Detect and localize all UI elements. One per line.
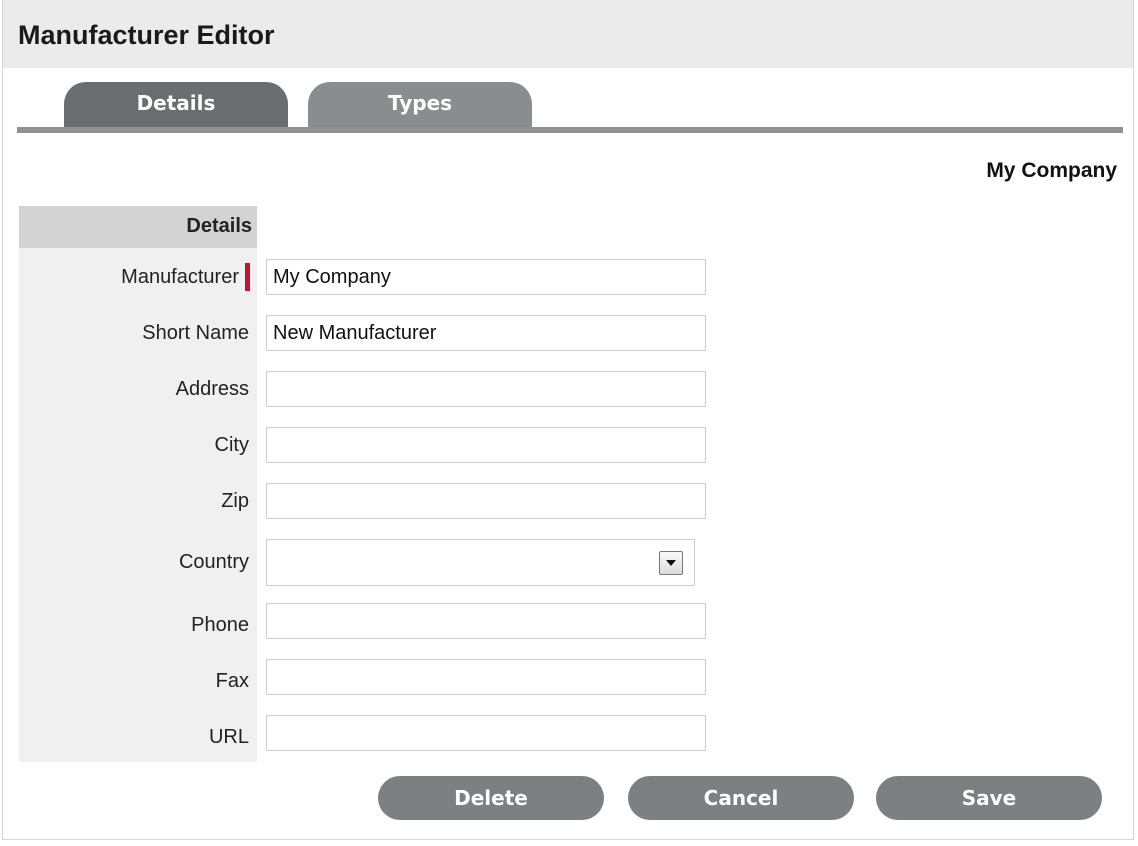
zip-input[interactable] — [266, 483, 706, 519]
city-label: City — [214, 434, 249, 456]
city-input[interactable] — [266, 427, 706, 463]
fax-label: Fax — [215, 670, 249, 692]
short-name-label: Short Name — [142, 322, 249, 344]
country-label: Country — [178, 551, 249, 573]
manufacturer-editor-window: Manufacturer Editor Details Types My Com… — [2, 0, 1134, 840]
fax-input[interactable] — [266, 659, 706, 695]
title-bar: Manufacturer Editor — [3, 0, 1133, 68]
short-name-input[interactable] — [266, 315, 706, 351]
address-input[interactable] — [266, 371, 706, 407]
section-title: Details — [186, 215, 252, 237]
required-indicator — [245, 263, 250, 291]
section-header: Details — [19, 206, 257, 248]
cancel-button[interactable]: Cancel — [628, 776, 854, 820]
url-label: URL — [208, 726, 249, 748]
delete-button[interactable]: Delete — [378, 776, 604, 820]
manufacturer-input[interactable] — [266, 259, 706, 295]
address-label: Address — [175, 378, 249, 400]
tab-divider — [17, 127, 1123, 133]
save-button[interactable]: Save — [876, 776, 1102, 820]
url-input[interactable] — [266, 715, 706, 751]
tab-types[interactable]: Types — [308, 82, 532, 128]
context-company-label: My Company — [986, 159, 1117, 182]
zip-label: Zip — [221, 490, 249, 512]
chevron-down-icon[interactable] — [659, 551, 683, 575]
phone-input[interactable] — [266, 603, 706, 639]
phone-label: Phone — [191, 614, 249, 636]
country-select[interactable] — [266, 539, 695, 586]
tab-details[interactable]: Details — [64, 82, 288, 128]
manufacturer-label: Manufacturer — [121, 266, 239, 288]
page-title: Manufacturer Editor — [18, 20, 275, 50]
